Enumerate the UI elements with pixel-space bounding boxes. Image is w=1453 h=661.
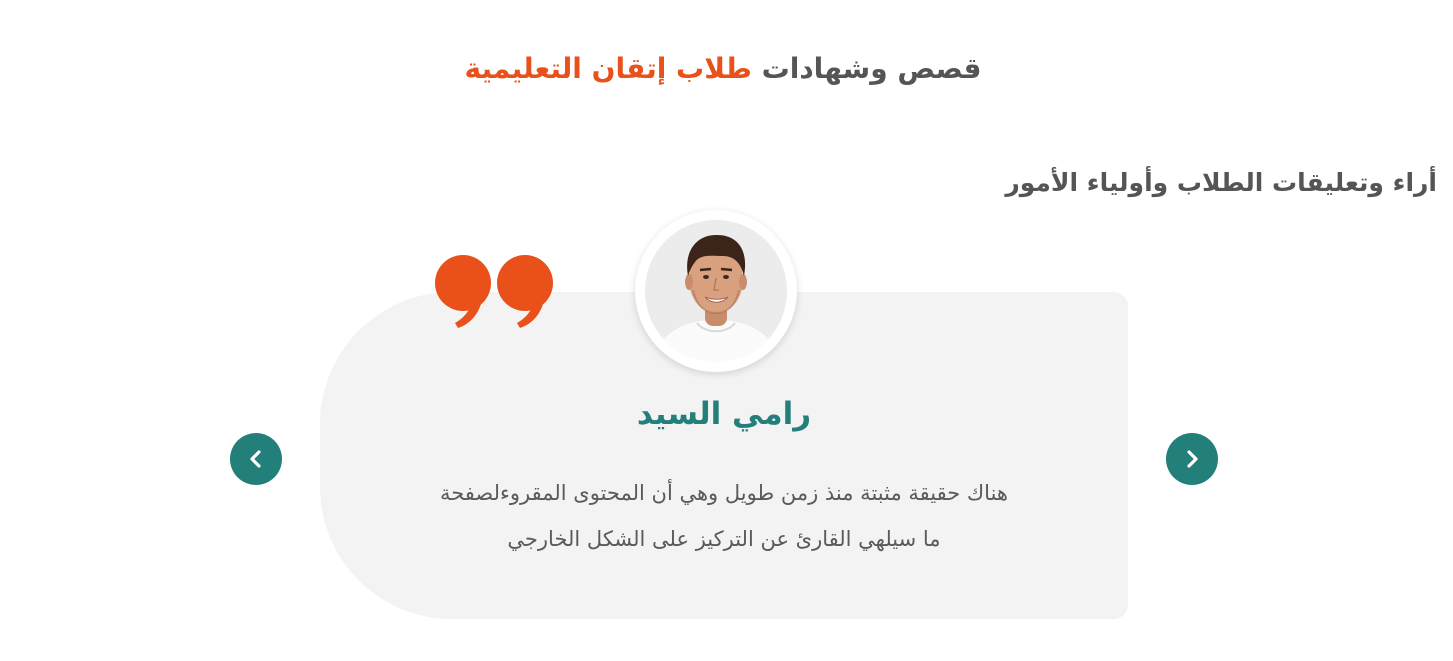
avatar-photo — [645, 220, 787, 362]
section-title-main: قصص وشهادات — [761, 52, 982, 85]
carousel-prev-button[interactable] — [230, 433, 282, 485]
quote-icon — [435, 255, 553, 328]
chevron-left-icon — [250, 450, 261, 468]
avatar-frame — [635, 210, 797, 372]
testimonials-section: قصص وشهادات طلاب إتقان التعليمية أراء وت… — [0, 0, 1453, 661]
testimonial-text: هناك حقيقة مثبتة منذ زمن طويل وهي أن الم… — [340, 470, 1108, 562]
section-title: قصص وشهادات طلاب إتقان التعليمية — [0, 52, 1446, 85]
section-title-accent: طلاب إتقان التعليمية — [464, 52, 752, 85]
avatar — [645, 220, 787, 362]
testimonial-text-line-2: ما سيلهي القارئ عن التركيز على الشكل الخ… — [507, 527, 941, 551]
carousel-next-button[interactable] — [1166, 433, 1218, 485]
section-subtitle: أراء وتعليقات الطلاب وأولياء الأمور — [1005, 168, 1437, 197]
testimonial-author-name: رامي السيد — [636, 396, 812, 432]
testimonial-text-line-1: هناك حقيقة مثبتة منذ زمن طويل وهي أن الم… — [439, 481, 1008, 505]
chevron-right-icon — [1187, 450, 1198, 468]
